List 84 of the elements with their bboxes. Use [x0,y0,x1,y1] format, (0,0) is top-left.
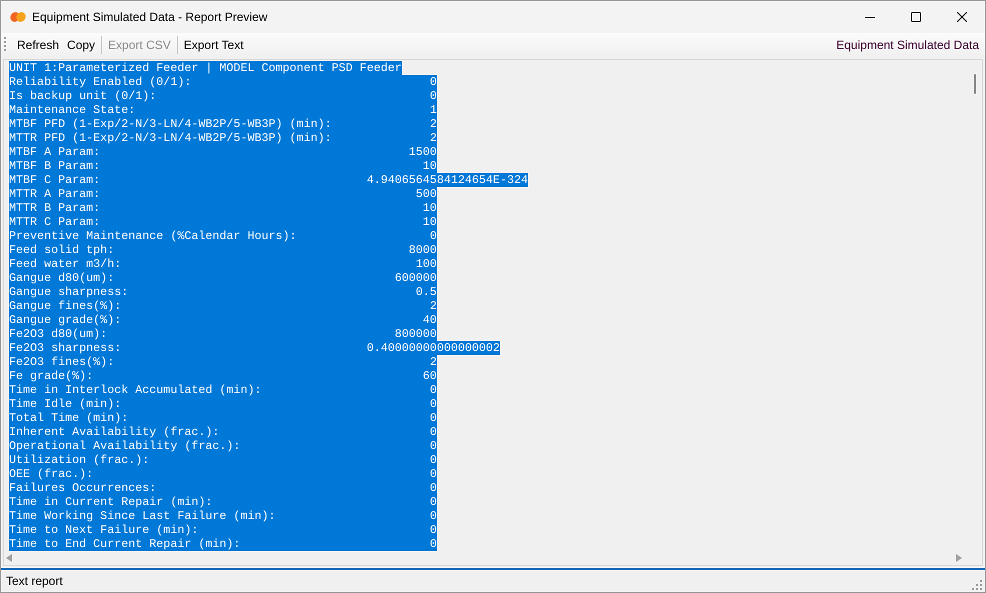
line-value: 60 [422,369,437,383]
line-label: Time Working Since Last Failure (min): [9,509,277,523]
line-value: 10 [422,201,437,215]
line-value: 2 [430,131,437,145]
line-label: Time in Current Repair (min): [9,495,214,509]
line-label: Reliability Enabled (0/1): [9,75,192,89]
line-label: Operational Availability (frac.): [9,439,242,453]
toolbar-caption: Equipment Simulated Data [836,36,979,54]
line-label: MTBF A Param: [9,145,102,159]
line-label: Time to End Current Repair (min): [9,537,242,551]
line-value: 4.9406564584124654E-324 [366,173,528,187]
toolbar-button[interactable]: Copy [63,34,100,54]
line-label: Fe2O3 sharpness: [9,341,122,355]
line-value: 100 [416,257,437,271]
line-label: Inherent Availability (frac.): [9,425,220,439]
line-value: 800000 [394,327,437,341]
line-value: 0.40000000000000002 [366,341,500,355]
line-label: MTBF PFD (1-Exp/2-N/3-LN/4-WB2P/5-WB3P) (min): [9,117,333,131]
line-value: 2 [430,355,437,369]
line-value: 500 [416,187,437,201]
line-value: 600000 [394,271,437,285]
line-value: 0 [430,397,437,411]
line-label: Is backup unit (0/1): [9,89,158,103]
line-value: 0 [430,481,437,495]
line-value: 0 [430,439,437,453]
line-value: 0 [430,89,437,103]
line-value: 0 [430,75,437,89]
line-label: Feed solid tph: [9,243,116,257]
line-label: Preventive Maintenance (%Calendar Hours): [9,229,298,243]
line-label: Failures Occurrences: [9,481,158,495]
line-label: Gangue sharpness: [9,285,130,299]
line-label: Fe grade(%): [9,369,94,383]
toolbar-button[interactable]: Refresh [13,34,64,54]
line-label: Gangue d80(um): [9,271,116,285]
line-label: Gangue fines(%): [9,299,122,313]
line-label: MTBF B Param: [9,159,102,173]
line-value: 0 [430,509,437,523]
line-label: Gangue grade(%): [9,313,122,327]
line-value: 0.5 [416,285,437,299]
line-value: 0 [430,383,437,397]
line-label: MTTR PFD (1-Exp/2-N/3-LN/4-WB2P/5-WB3P) (min): [9,131,333,145]
line-value: 10 [422,159,437,173]
minimize-icon [865,16,875,18]
line-label: Time to Next Failure (min): [9,523,200,537]
line-value: 40 [422,313,437,327]
line-value: 0 [430,425,437,439]
line-value: 0 [430,411,437,425]
scrollbar-thumb[interactable] [974,74,976,94]
line-label: Total Time (min): [9,411,130,425]
maximize-icon [911,12,921,22]
line-value: 1500 [408,145,437,159]
line-value: 2 [430,299,437,313]
resize-grip-icon[interactable] [972,580,982,590]
window-title: Equipment Simulated Data - Report Preview [32,9,268,26]
line-value: 0 [430,523,437,537]
scroll-right-icon[interactable] [956,554,962,562]
line-value: 2 [430,117,437,131]
scroll-left-icon[interactable] [6,554,12,562]
line-label: MTTR B Param: [9,201,102,215]
status-text: Text report [6,573,63,590]
line-label: Time in Interlock Accumulated (min): [9,383,262,397]
line-value: 0 [430,537,437,551]
line-value: 0 [430,453,437,467]
line-label: Fe2O3 fines(%): [9,355,116,369]
line-value: 0 [430,495,437,509]
line-label: OEE (frac.): [9,467,94,481]
line-label: Maintenance State: [9,103,136,117]
line-label: Fe2O3 d80(um): [9,327,108,341]
line-value: 0 [430,229,437,243]
line-label: MTBF C Param: [9,173,102,187]
line-value: 10 [422,215,437,229]
line-label: MTTR C Param: [9,215,102,229]
line-label: Utilization (frac.): [9,453,150,467]
close-icon [957,12,967,22]
line-label: MTTR A Param: [9,187,102,201]
line-label: Feed water m3/h: [9,257,122,271]
line-value: 1 [430,103,437,117]
line-value: 0 [430,467,437,481]
line-value: 8000 [408,243,437,257]
grip-icon [4,37,7,52]
report-text-area[interactable] [3,59,983,566]
toolbar-button[interactable]: Export Text [180,34,248,54]
app-logo-icon [10,11,26,23]
line-label: Time Idle (min): [9,397,122,411]
